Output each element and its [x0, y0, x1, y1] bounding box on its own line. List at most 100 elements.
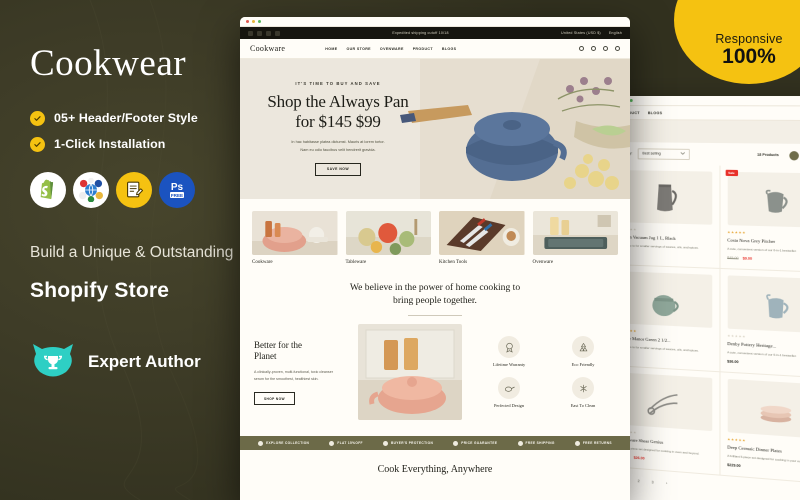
- usp-eco-friendly: Eco Friendly: [550, 336, 616, 367]
- product-card[interactable]: ★★★★★ Denby Pottery Heritage... A cute, …: [719, 269, 800, 380]
- language-selector[interactable]: English: [609, 31, 622, 35]
- category-label: Tableware: [345, 260, 367, 265]
- nav-item-product[interactable]: PRODUCT: [413, 47, 433, 51]
- flower-icon: [258, 440, 264, 446]
- planet-paragraph: A clinically-proven, multi-functional, t…: [254, 369, 348, 383]
- feature-item: 1-Click Installation: [30, 136, 245, 152]
- benefits-strip: EXPLORE COLLECTION FLAT 15%OFF BUYER'S P…: [240, 436, 630, 451]
- wishlist-icon[interactable]: [603, 46, 608, 51]
- category-card-tableware[interactable]: Tableware: [345, 211, 431, 265]
- nav-item-blogs[interactable]: BLOGS: [648, 111, 663, 115]
- product-grid: ★★★★★ Stelton Vacuum Jug 1 L, Black Idea…: [612, 164, 800, 486]
- usp-lifetime-warranty: Lifetime Warranty: [476, 336, 542, 367]
- sort-select[interactable]: Best selling: [637, 147, 690, 160]
- hero-subtext: In hac habitasse platea dictumst. Mauris…: [258, 139, 418, 153]
- sale-badge: Sale: [725, 169, 738, 177]
- site-logo[interactable]: Cookware: [250, 44, 285, 53]
- collection-page-window: PRODUCT BLOGS Sort By: Best selling 18 P…: [612, 96, 800, 500]
- close-window-dot[interactable]: [246, 20, 249, 23]
- shop-now-button[interactable]: SHOP NOW: [254, 392, 295, 406]
- collection-banner: [612, 120, 800, 145]
- strip-item-explore-collection[interactable]: EXPLORE COLLECTION: [258, 440, 309, 446]
- grid-view-1-button[interactable]: [789, 150, 799, 160]
- strip-item-free-returns[interactable]: FREE RETURNS: [574, 440, 612, 446]
- product-card[interactable]: ★★★★★ Deep Cermaic Dinner Plates A brill…: [719, 372, 800, 486]
- usp-label: Perfected Design: [493, 403, 525, 409]
- facebook-icon[interactable]: [257, 30, 262, 36]
- price-value: $26.00: [633, 456, 645, 461]
- page-title: Cookwear: [30, 43, 187, 84]
- maximize-window-dot[interactable]: [258, 20, 261, 23]
- feature-label: 05+ Header/Footer Style: [54, 111, 198, 126]
- themeforest-cat-trophy-icon: [30, 343, 76, 381]
- usp-label: East To Clean: [570, 403, 596, 409]
- category-card-cookware[interactable]: Cookware: [252, 211, 338, 265]
- quote-line1: We believe in the power of home cooking …: [349, 282, 521, 293]
- instagram-icon[interactable]: [266, 30, 271, 36]
- product-image: [727, 275, 800, 334]
- strip-label: FREE SHIPPING: [525, 441, 555, 446]
- usp-label: Eco Friendly: [571, 362, 595, 368]
- category-label: Cookware: [252, 260, 273, 265]
- page-2-button[interactable]: 2: [634, 476, 644, 487]
- hero-heading: Shop the Always Pan for $145 $99: [258, 92, 418, 131]
- nav-item-our-store[interactable]: OUR STORE: [346, 47, 370, 51]
- product-name[interactable]: Stelton Vacuum Jug 1 L, Black: [619, 234, 712, 243]
- nav-icon-group: [579, 46, 620, 51]
- next-page-button[interactable]: ›: [662, 478, 672, 489]
- compare-icon[interactable]: [591, 46, 596, 51]
- category-image: [532, 211, 618, 255]
- strip-item-free-shipping[interactable]: FREE SHIPPING: [517, 440, 555, 446]
- category-image: [439, 211, 525, 255]
- author-label: Expert Author: [88, 351, 201, 371]
- maximize-window-dot[interactable]: [629, 99, 633, 103]
- rating-stars: ★★★★★: [727, 230, 746, 235]
- category-row: Cookware Tableware Kitchen Tools Ovenwar…: [240, 199, 630, 273]
- product-description: Ideally go to for smaller servings of sa…: [618, 242, 699, 250]
- hero-subtext-line2: Nam eu odio faucibus velit hendrerit gra…: [300, 147, 376, 152]
- multi-language-icon: [73, 171, 109, 208]
- social-icon-group: [248, 30, 280, 36]
- strip-label: BUYER'S PROTECTION: [390, 441, 434, 446]
- product-card[interactable]: Sale ★★★★★ Costa Nova Grey Pitcher A cut…: [719, 165, 800, 274]
- planet-heading: Better for the Planet: [254, 340, 348, 363]
- planet-paragraph-line1: A clinically-proven, multi-functional, t…: [254, 370, 333, 375]
- feature-label: 1-Click Installation: [54, 137, 166, 152]
- category-card-kitchen-tools[interactable]: Kitchen Tools: [439, 211, 525, 265]
- strip-item-price-guarantee[interactable]: PRICE GUARANTEE: [453, 440, 497, 446]
- nav-item-ovenware[interactable]: OVENWARE: [380, 47, 404, 51]
- badge-line2: 100%: [722, 44, 776, 68]
- category-card-ovenware[interactable]: Ovenware: [532, 211, 618, 265]
- chevron-down-icon: [681, 152, 685, 156]
- strip-item-buyers-protection[interactable]: BUYER'S PROTECTION: [382, 440, 434, 446]
- search-icon[interactable]: [579, 46, 584, 51]
- save-now-button[interactable]: SAVE NOW: [314, 162, 362, 176]
- flower-icon: [382, 440, 388, 446]
- product-price: $36.00: [727, 360, 800, 370]
- cart-icon[interactable]: [615, 46, 620, 51]
- usp-east-to-clean: East To Clean: [550, 377, 616, 408]
- nav-item-blogs[interactable]: BLOGS: [442, 47, 457, 51]
- country-selector[interactable]: United States (USD $): [561, 31, 601, 35]
- hero-subtext-line1: In hac habitasse platea dictumst. Mauris…: [291, 140, 385, 145]
- nav-item-home[interactable]: HOME: [325, 47, 337, 51]
- flower-icon: [329, 440, 335, 446]
- page-3-button[interactable]: 3: [648, 477, 658, 488]
- shopify-icon: [30, 171, 66, 208]
- category-image: [252, 211, 338, 255]
- planet-heading-line1: Better for the: [254, 339, 302, 350]
- tagline-bottom: Shopify Store: [30, 278, 170, 302]
- locale-selectors: United States (USD $) English: [561, 31, 622, 35]
- browser-chrome-right: [612, 96, 800, 107]
- mission-quote: We believe in the power of home cooking …: [240, 273, 630, 317]
- closing-heading: Cook Everything, Anywhere: [240, 450, 630, 476]
- strip-item-flat-15-off[interactable]: FLAT 15%OFF: [329, 440, 362, 446]
- minimize-window-dot[interactable]: [252, 20, 255, 23]
- main-navigation: Cookware HOME OUR STORE OVENWARE PRODUCT…: [240, 39, 630, 59]
- svg-text:Ps: Ps: [171, 182, 184, 193]
- platform-icon-row: Ps FREE: [30, 171, 245, 208]
- product-name[interactable]: Costa Nova Grey Pitcher: [727, 237, 800, 246]
- twitter-icon[interactable]: [248, 30, 253, 36]
- usp-label: Lifetime Warranty: [492, 362, 526, 368]
- product-image: [727, 379, 800, 440]
